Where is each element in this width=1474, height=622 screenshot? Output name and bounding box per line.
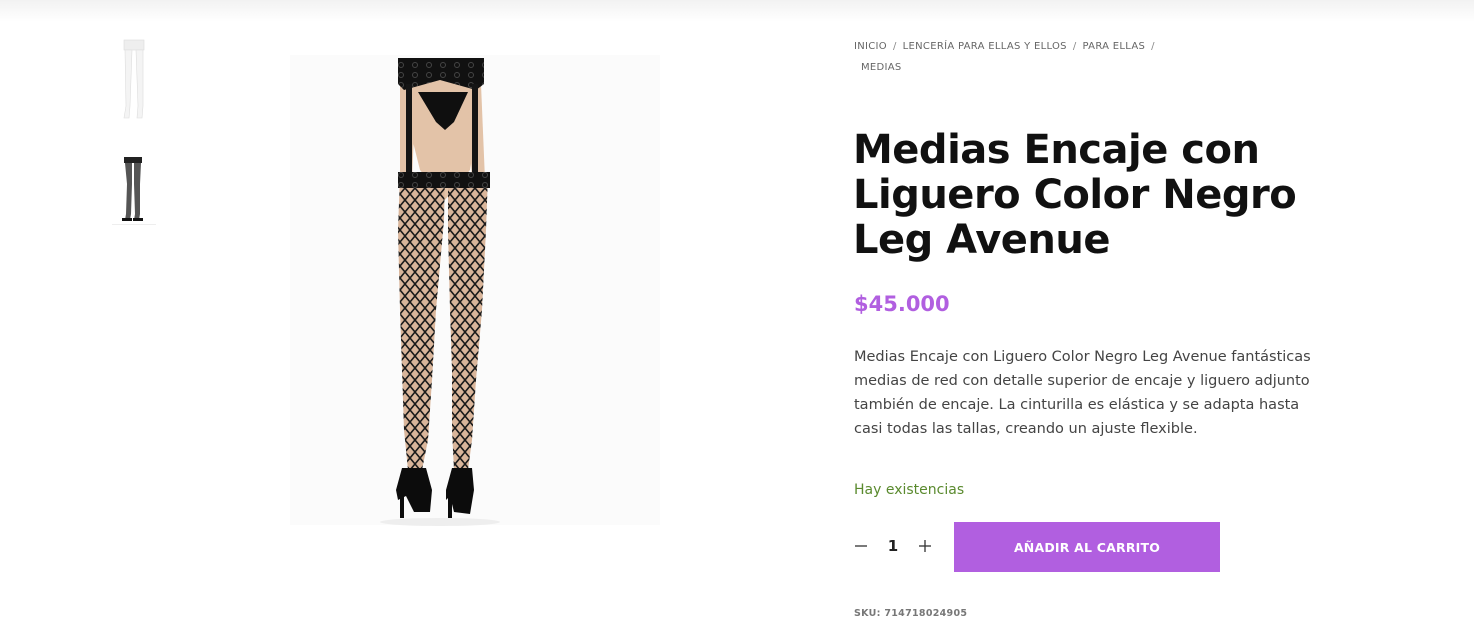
sku-value: 714718024905 — [884, 608, 968, 619]
header-shadow — [0, 0, 1474, 22]
thumbnail-gallery — [112, 36, 176, 272]
fishnet-stockings-illustration — [290, 55, 660, 526]
breadcrumb-link-para-ellas[interactable]: PARA ELLAS — [1082, 41, 1145, 52]
breadcrumb-current: MEDIAS — [861, 62, 902, 73]
breadcrumb-separator: / — [1151, 41, 1155, 52]
breadcrumb-link-lenceria[interactable]: LENCERÍA PARA ELLAS Y ELLOS — [903, 41, 1067, 52]
thumbnail-black-stockings[interactable] — [112, 154, 156, 242]
increase-quantity-button[interactable] — [916, 537, 934, 555]
decrease-quantity-button[interactable] — [852, 537, 870, 555]
sku-label: SKU: — [854, 608, 881, 619]
product-price: $45.000 — [854, 292, 950, 316]
product-main-image[interactable] — [240, 50, 720, 545]
breadcrumb-link-inicio[interactable]: INICIO — [854, 41, 887, 52]
quantity-stepper — [852, 530, 934, 562]
plus-icon — [919, 540, 931, 552]
minus-icon — [855, 545, 867, 547]
thumbnail-white-stockings[interactable] — [112, 36, 156, 124]
product-description: Medias Encaje con Liguero Color Negro Le… — [854, 349, 1311, 437]
breadcrumb-separator: / — [1072, 41, 1077, 52]
stock-status: Hay existencias — [854, 482, 965, 498]
white-stockings-thumbnail-image — [112, 36, 156, 124]
breadcrumb: INICIO / LENCERÍA PARA ELLAS Y ELLOS / PARA … — [854, 36, 1194, 78]
add-to-cart-button[interactable]: AÑADIR AL CARRITO — [954, 522, 1220, 572]
quantity-input[interactable] — [878, 537, 908, 555]
product-title: Medias Encaje con Liguero Color Negro Le… — [853, 127, 1297, 263]
black-stockings-thumbnail-image — [112, 154, 156, 242]
product-sku: SKU: 714718024905 — [854, 608, 967, 619]
breadcrumb-separator: / — [892, 41, 897, 52]
